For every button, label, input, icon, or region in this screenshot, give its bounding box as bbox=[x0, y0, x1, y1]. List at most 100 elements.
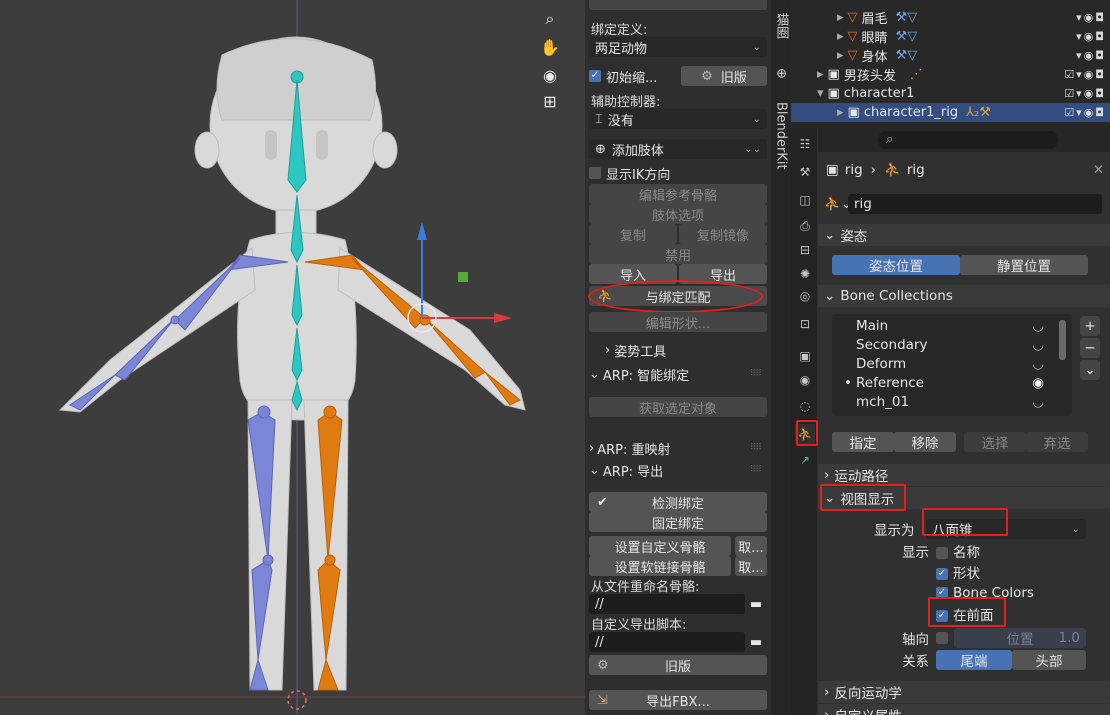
smart-header[interactable]: ⌄ ARP: 智能绑定 ⠿⠿ bbox=[589, 364, 767, 384]
object-tab-icon[interactable]: ▣ bbox=[795, 346, 815, 366]
remap-header[interactable]: › ARP: 重映射 ⠿⠿ bbox=[589, 438, 767, 458]
globe-icon[interactable]: ⊕ bbox=[771, 62, 791, 84]
init-scale-checkbox[interactable]: ✓ bbox=[589, 70, 601, 82]
export-button[interactable]: 导出 bbox=[679, 264, 767, 284]
grid-icon[interactable]: ⊞ bbox=[537, 88, 563, 114]
motion-paths-header[interactable]: › 运动路径 bbox=[818, 464, 1110, 486]
copy-button[interactable]: 复制 bbox=[589, 224, 677, 244]
export-fbx-button[interactable]: ⇲ 导出FBX... bbox=[589, 690, 767, 710]
rename-path-field[interactable]: // bbox=[589, 594, 745, 614]
deselect-button[interactable]: 弃选 bbox=[1026, 432, 1088, 452]
view-layer-tab-icon[interactable]: ⊟ bbox=[795, 240, 815, 260]
in-front-checkbox-wrap[interactable]: ✓ 在前面 bbox=[936, 604, 994, 624]
add-collection-button[interactable]: + bbox=[1080, 316, 1100, 336]
row-visibility-icons[interactable]: ▾◉◘ bbox=[1076, 11, 1106, 24]
row-visibility-icons[interactable]: ☑▾◉◘ bbox=[1064, 106, 1106, 119]
folder-icon[interactable]: ▬ bbox=[745, 594, 767, 614]
row-visibility-icons[interactable]: ▾◉◘ bbox=[1076, 30, 1106, 43]
outliner-row[interactable]: ▸ ▣ 男孩头发 ⋰ ☑▾◉◘ bbox=[791, 65, 1110, 84]
outliner-row[interactable]: ▸ ▽ 身体 ⚒▽ ▾◉◘ bbox=[791, 46, 1110, 65]
zoom-icon[interactable]: ⌕ bbox=[537, 6, 563, 32]
3d-viewport[interactable]: ⌕ ✋ ◉ ⊞ bbox=[0, 0, 585, 715]
copy-mirror-button[interactable]: 复制镜像 bbox=[679, 224, 767, 244]
names-checkbox[interactable] bbox=[936, 547, 948, 559]
collection-item[interactable]: Deform bbox=[856, 356, 906, 375]
get-selected-button[interactable]: 获取选定对象 bbox=[589, 397, 767, 417]
remove-button[interactable]: 移除 bbox=[894, 432, 956, 452]
collection-item[interactable]: Secondary bbox=[856, 337, 928, 356]
pose-panel-header[interactable]: ⌄ 姿态 bbox=[818, 224, 1110, 246]
axes-position-field[interactable]: 位置 1.0 bbox=[954, 628, 1086, 648]
eye-icon[interactable]: ◉ bbox=[1032, 375, 1044, 391]
hand-icon[interactable]: ✋ bbox=[537, 34, 563, 60]
collection-item[interactable]: Reference bbox=[856, 375, 924, 394]
check-rig-button[interactable]: ✔ 检测绑定 bbox=[589, 492, 767, 512]
match-to-rig-button[interactable]: ⛹ 与绑定匹配 bbox=[589, 286, 767, 306]
export-header[interactable]: ⌄ ARP: 导出 ⠿⠿ bbox=[589, 460, 767, 480]
set-custom-bones-button[interactable]: 设置自定义骨骼 bbox=[589, 536, 731, 556]
names-checkbox-wrap[interactable]: 名称 bbox=[936, 541, 980, 561]
bone-tab-icon[interactable]: ↗ bbox=[795, 450, 815, 470]
edit-shape-button[interactable]: 编辑形状... bbox=[589, 312, 767, 332]
custom-props-header[interactable]: › 自定义属性 bbox=[818, 704, 1110, 715]
show-ik-checkbox[interactable] bbox=[589, 167, 601, 179]
pose-tools-header[interactable]: › 姿势工具 bbox=[589, 340, 767, 360]
pose-position-button[interactable]: 姿态位置 bbox=[832, 255, 960, 275]
rig-def-dropdown[interactable]: 两足动物 ⌄ bbox=[589, 37, 767, 57]
inverse-kinematics-header[interactable]: › 反向运动学 bbox=[818, 681, 1110, 703]
bone-colors-checkbox-wrap[interactable]: ✓ Bone Colors bbox=[936, 585, 1034, 601]
shapes-checkbox[interactable]: ✓ bbox=[936, 568, 948, 580]
edit-ref-bones-button[interactable]: 编辑参考骨骼 bbox=[589, 184, 767, 204]
collection-specials-button[interactable]: ⌄ bbox=[1080, 360, 1100, 380]
tab-blenderkit[interactable]: BlenderKit bbox=[771, 96, 791, 176]
visibility-icon[interactable]: ◡ bbox=[1032, 318, 1044, 334]
search-input[interactable]: ⌕ bbox=[878, 131, 1058, 149]
axes-checkbox[interactable] bbox=[936, 632, 948, 644]
render-tab-icon[interactable]: ◫ bbox=[795, 190, 815, 210]
top-clipped-button[interactable] bbox=[589, 0, 767, 10]
import-button[interactable]: 导入 bbox=[589, 264, 677, 284]
bone-collections-list[interactable]: Main ◡ Secondary ◡ Deform ◡ • Reference … bbox=[832, 314, 1072, 416]
limb-options-button[interactable]: 肢体选项 bbox=[589, 204, 767, 224]
tool-tab-icon[interactable]: ⚒ bbox=[795, 162, 815, 182]
take-button-2[interactable]: 取... bbox=[735, 556, 767, 576]
old-version-button-2[interactable]: ⚙ 旧版 bbox=[589, 655, 767, 675]
armature-data-tab-icon[interactable]: ⛹ bbox=[795, 424, 815, 444]
visibility-icon[interactable]: ◡ bbox=[1032, 356, 1044, 372]
select-button[interactable]: 选择 bbox=[964, 432, 1026, 452]
helper-dropdown[interactable]: ⌶ 没有 ⌄ bbox=[589, 109, 767, 129]
old-version-button[interactable]: ⚙ 旧版 bbox=[681, 66, 767, 86]
camera-icon[interactable]: ◉ bbox=[537, 62, 563, 88]
display-as-dropdown[interactable]: 八面锥 ⌄ bbox=[926, 519, 1086, 539]
output-tab-icon[interactable]: ⎙ bbox=[795, 216, 815, 236]
world-tab-icon[interactable]: ◎ bbox=[795, 286, 815, 306]
editor-type-icon[interactable]: ☷ bbox=[795, 134, 815, 154]
bone-collections-header[interactable]: ⌄ Bone Collections bbox=[818, 285, 1110, 307]
rest-position-button[interactable]: 静置位置 bbox=[960, 255, 1088, 275]
shapes-checkbox-wrap[interactable]: ✓ 形状 bbox=[936, 562, 980, 582]
relation-head-button[interactable]: 头部 bbox=[1012, 650, 1086, 670]
collection-item[interactable]: mch_01 bbox=[856, 394, 909, 413]
visibility-icon[interactable]: ◡ bbox=[1032, 337, 1044, 353]
relation-tail-button[interactable]: 尾端 bbox=[936, 650, 1012, 670]
outliner-row[interactable]: ▸ ▽ 眼睛 ⚒▽ ▾◉◘ bbox=[791, 27, 1110, 46]
viewport-display-header[interactable]: ⌄ 视图显示 bbox=[818, 487, 1110, 509]
custom-script-field[interactable]: // bbox=[589, 632, 745, 652]
disable-button[interactable]: 禁用 bbox=[589, 244, 767, 264]
row-visibility-icons[interactable]: ☑▾◉◘ bbox=[1064, 68, 1106, 81]
physics-tab-icon[interactable]: ◌ bbox=[795, 396, 815, 416]
set-soft-link-button[interactable]: 设置软链接骨骼 bbox=[589, 556, 731, 576]
fix-rig-button[interactable]: 固定绑定 bbox=[589, 512, 767, 532]
visibility-icon[interactable]: ◡ bbox=[1032, 394, 1044, 410]
row-visibility-icons[interactable]: ▾◉◘ bbox=[1076, 49, 1106, 62]
outliner-row-selected[interactable]: ▸ ▣ character1_rig ⅄₂⚒ ☑▾◉◘ bbox=[791, 103, 1110, 122]
remove-collection-button[interactable]: − bbox=[1080, 338, 1100, 358]
tab-top[interactable]: 猫圈 bbox=[771, 6, 791, 46]
take-button[interactable]: 取... bbox=[735, 536, 767, 556]
armature-name-field[interactable]: rig bbox=[848, 194, 1102, 214]
scene-tab-icon[interactable]: ✺ bbox=[795, 264, 815, 284]
list-scrollbar[interactable] bbox=[1059, 320, 1066, 360]
add-limb-dropdown[interactable]: ⊕ 添加肢体 ⌄⌄ bbox=[589, 139, 767, 159]
row-visibility-icons[interactable]: ☑▾◉◘ bbox=[1064, 87, 1106, 100]
folder-icon-2[interactable]: ▬ bbox=[745, 632, 767, 652]
